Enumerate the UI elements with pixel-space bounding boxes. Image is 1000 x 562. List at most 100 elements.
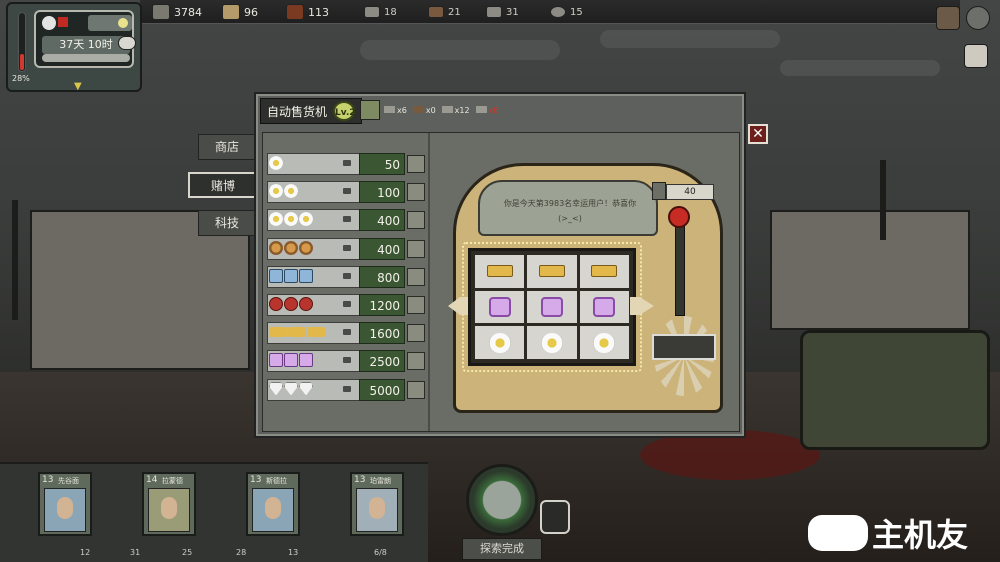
- upgrade-costs: x6 x0 x12 x8: [384, 106, 498, 115]
- dia-icon: [284, 381, 298, 396]
- level-badge: Lv.2: [333, 101, 356, 121]
- survivor-card[interactable]: 14 拉蒙德: [142, 472, 196, 536]
- material-gears: 15: [550, 3, 583, 21]
- token-icon: [407, 324, 425, 343]
- token-icon: [407, 295, 425, 314]
- parts-icon: [486, 6, 502, 18]
- chevron-down-icon[interactable]: ▼: [74, 81, 82, 92]
- reel-cell: [579, 326, 629, 359]
- gem-icon: [284, 353, 298, 368]
- prize-combo: [269, 296, 313, 311]
- prize-value: 50: [359, 153, 405, 175]
- gold-icon: [269, 327, 287, 338]
- separator-icon: [343, 357, 351, 364]
- cost-gears: x8: [475, 106, 498, 115]
- token-icon: [407, 352, 425, 371]
- book-icon[interactable]: [936, 6, 960, 30]
- bet-amount: 40: [666, 184, 714, 200]
- dead-tree: [880, 160, 886, 240]
- close-button[interactable]: ✕: [748, 124, 768, 144]
- cost-parts: x12: [441, 106, 470, 115]
- token-icon: [407, 183, 425, 202]
- survivor-card[interactable]: 13 珀雷朗: [350, 472, 404, 536]
- temperature-value: 28%: [12, 74, 30, 83]
- notes-icon[interactable]: [964, 44, 988, 68]
- gold-icon: [591, 265, 618, 278]
- wood-icon: [152, 4, 170, 20]
- prize-row: 50: [267, 153, 425, 175]
- truck: [800, 330, 990, 450]
- stat-health: 12: [80, 548, 91, 557]
- slot-message-face: (>_<): [558, 214, 582, 223]
- watermark-text: 主机友: [872, 516, 969, 554]
- daisy-icon: [269, 184, 283, 199]
- token-icon: [407, 267, 425, 286]
- daisy-icon: [284, 184, 298, 199]
- vending-machine-dialog: 自动售货机 Lv.2 x6 x0 x12 x8 50 100 400 400 800 12…: [254, 92, 746, 438]
- bag-icon: [269, 296, 283, 311]
- prize-row: 100: [267, 181, 425, 204]
- token-icon: [407, 380, 425, 399]
- tab-shop[interactable]: 商店: [198, 134, 256, 160]
- survivor-portrait: [356, 488, 398, 532]
- daisy-icon: [269, 156, 283, 170]
- prize-table: 50 100 400 400 800 1200 1600 2500 5000: [267, 153, 425, 407]
- cycle-icon[interactable]: [540, 500, 570, 534]
- prize-combo: [269, 212, 313, 227]
- danger-flag-icon: [58, 17, 68, 27]
- slot-lever[interactable]: [675, 216, 685, 316]
- cloud: [600, 30, 780, 48]
- bag-icon: [299, 296, 313, 311]
- ice-icon: [284, 268, 298, 283]
- prize-combo: [269, 268, 313, 283]
- material-parts: 31: [486, 3, 519, 21]
- separator-icon: [343, 300, 351, 307]
- reel-cell: [527, 255, 577, 288]
- stat-mood: 13: [288, 548, 299, 557]
- globe-icon[interactable]: [466, 464, 538, 536]
- ice-icon: [299, 268, 313, 283]
- payline-right-arrow-icon: [630, 297, 654, 315]
- survivor-portrait: [252, 488, 294, 532]
- leather-icon: [428, 6, 444, 18]
- coin-icon: [269, 240, 283, 255]
- upgrade-icon[interactable]: [360, 100, 380, 120]
- reel-cell: [579, 290, 629, 324]
- settings-gear-icon[interactable]: [966, 6, 990, 30]
- gamble-panel: 50 100 400 400 800 1200 1600 2500 5000 你是今天第3983…: [262, 132, 740, 432]
- speed-toggle[interactable]: [118, 36, 136, 50]
- gold-icon: [538, 265, 565, 278]
- thermometer-icon: [18, 12, 26, 72]
- survivor-card[interactable]: 13 先谷面: [38, 472, 92, 536]
- ice-icon: [269, 268, 283, 283]
- survivor-card[interactable]: 13 斯德拉: [246, 472, 300, 536]
- prize-row: 5000: [267, 378, 425, 401]
- survivor-bar: 13 先谷面 14 拉蒙德 13 斯德拉 13 珀雷朗 12 31 25 28 …: [0, 462, 428, 562]
- tab-tech[interactable]: 科技: [198, 210, 256, 236]
- token-icon: [652, 182, 666, 200]
- gamepad-icon: [808, 515, 868, 551]
- metal-icon: [364, 6, 380, 18]
- material-leather: 21: [428, 3, 461, 21]
- gem-icon: [299, 353, 313, 368]
- prize-combo: [269, 381, 313, 396]
- dead-tree: [12, 200, 18, 320]
- gem-icon: [488, 296, 511, 317]
- prize-row: 400: [267, 209, 425, 232]
- prize-value: 5000: [359, 378, 405, 401]
- material-metal: 18: [364, 3, 397, 21]
- prize-value: 400: [359, 237, 405, 260]
- day-time-display: 37天 10时: [42, 36, 130, 54]
- gear-icon: [550, 6, 566, 18]
- watermark: 主机友: [808, 510, 968, 556]
- status-panel[interactable]: 28% 37天 10时 ▼: [6, 2, 142, 92]
- explore-button[interactable]: 探索完成: [462, 538, 542, 560]
- gem-icon: [593, 296, 616, 317]
- prize-combo: [269, 325, 325, 338]
- tab-gamble[interactable]: 赌博: [188, 172, 258, 198]
- token-icon: [407, 239, 425, 258]
- slot-lever-knob[interactable]: [668, 206, 690, 228]
- daisy-icon: [284, 212, 298, 227]
- separator-icon: [343, 244, 351, 251]
- stat-hunger: 31: [130, 548, 141, 557]
